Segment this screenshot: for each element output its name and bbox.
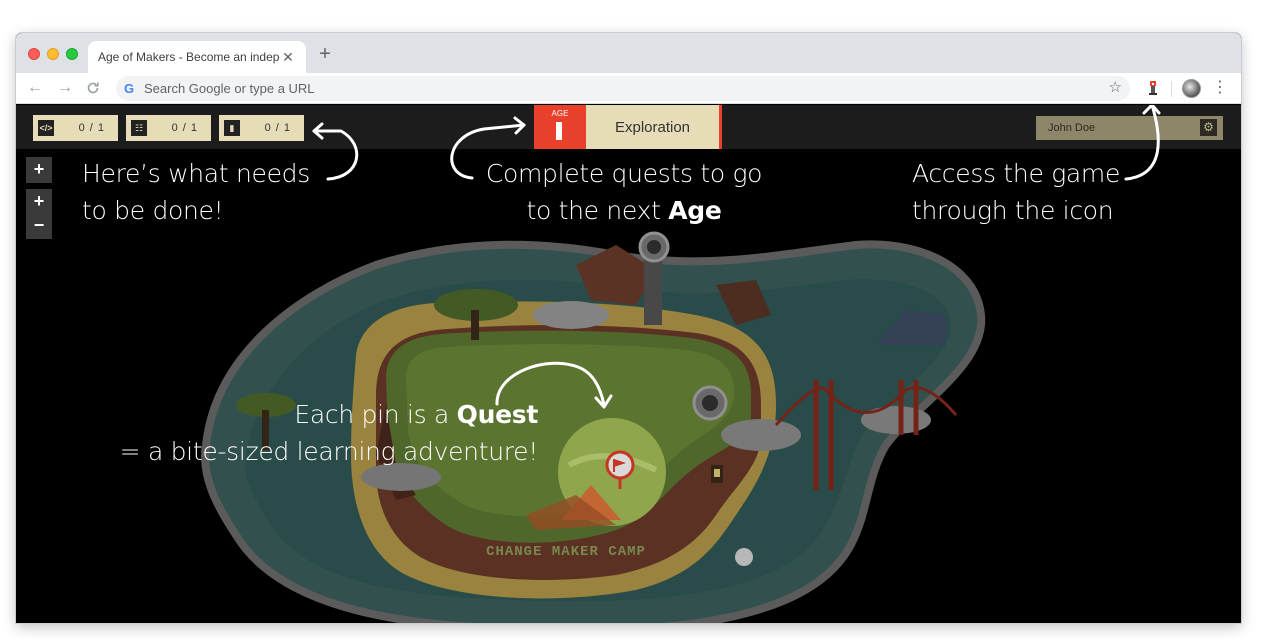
reload-button[interactable] bbox=[82, 77, 104, 99]
zoom-out-button[interactable]: − bbox=[26, 213, 52, 239]
zoom-in-button[interactable]: + bbox=[26, 157, 52, 183]
game-hud: </> 0 / 1 ☷ 0 / 1 ▮ 0 / 1 AGE Exploratio… bbox=[16, 105, 1241, 149]
profile-avatar[interactable] bbox=[1182, 79, 1201, 98]
caption-todo: Here’s what needs to be done! bbox=[82, 155, 310, 229]
age-level-icon bbox=[556, 122, 562, 140]
counter-value: 0 / 1 bbox=[78, 122, 105, 134]
caption-quest: Each pin is a Quest = a bite-sized learn… bbox=[116, 396, 539, 470]
settings-gear-icon[interactable]: ⚙ bbox=[1200, 119, 1217, 136]
toolbar-separator bbox=[1171, 81, 1172, 97]
address-bar[interactable]: G Search Google or type a URL ☆ bbox=[116, 76, 1130, 101]
caption-quest-line1: Each pin is a Quest bbox=[294, 400, 538, 429]
age-label: AGE bbox=[551, 109, 569, 118]
caption-age-line1: Complete quests to go bbox=[485, 159, 763, 188]
forward-button[interactable]: → bbox=[54, 77, 76, 99]
tab-strip: Age of Makers - Become an indepe ✕ + bbox=[16, 33, 1241, 73]
caption-access-line1: Access the game bbox=[912, 159, 1121, 188]
browser-toolbar: ← → G Search Google or type a URL ☆ ⋮ bbox=[16, 73, 1241, 104]
caption-age: Complete quests to go to the next Age bbox=[479, 155, 769, 229]
new-tab-button[interactable]: + bbox=[314, 43, 336, 65]
book-icon: ▮ bbox=[224, 120, 240, 136]
caption-quest-line2: = a bite-sized learning adventure! bbox=[119, 437, 539, 466]
zoom-in-button-2[interactable]: + bbox=[26, 189, 52, 215]
counter-tree[interactable]: ☷ 0 / 1 bbox=[126, 115, 211, 141]
bookmark-star-icon[interactable]: ☆ bbox=[1109, 78, 1122, 96]
address-placeholder: Search Google or type a URL bbox=[144, 81, 315, 96]
caption-access-line2: through the icon bbox=[912, 196, 1114, 225]
browser-window: Age of Makers - Become an indepe ✕ + ← →… bbox=[16, 33, 1241, 623]
close-window-button[interactable] bbox=[28, 48, 40, 60]
tab-age-of-makers[interactable]: Age of Makers - Become an indepe ✕ bbox=[88, 41, 306, 73]
counter-value: 0 / 1 bbox=[264, 122, 291, 134]
reload-icon bbox=[87, 82, 99, 94]
caption-todo-line1: Here’s what needs bbox=[82, 159, 310, 188]
age-badge[interactable]: AGE bbox=[534, 105, 586, 149]
tab-close-icon[interactable]: ✕ bbox=[280, 49, 296, 66]
back-button[interactable]: ← bbox=[24, 77, 46, 99]
browser-menu-icon[interactable]: ⋮ bbox=[1212, 77, 1228, 99]
user-name: John Doe bbox=[1048, 122, 1096, 134]
code-icon: </> bbox=[38, 120, 54, 136]
age-name[interactable]: Exploration bbox=[586, 105, 722, 149]
caption-access: Access the game through the icon bbox=[912, 155, 1120, 229]
age-of-makers-extension-icon[interactable] bbox=[1144, 79, 1162, 97]
game-viewport: CHANGE MAKER CAMP </> 0 / 1 ☷ 0 / 1 ▮ 0 … bbox=[16, 105, 1241, 623]
counter-book[interactable]: ▮ 0 / 1 bbox=[219, 115, 304, 141]
counter-value: 0 / 1 bbox=[171, 122, 198, 134]
caption-age-line2: to the next Age bbox=[526, 196, 722, 225]
caption-todo-line2: to be done! bbox=[82, 196, 224, 225]
user-box[interactable]: John Doe ⚙ bbox=[1036, 116, 1223, 140]
google-icon: G bbox=[124, 81, 135, 96]
counter-code[interactable]: </> 0 / 1 bbox=[33, 115, 118, 141]
maximize-window-button[interactable] bbox=[66, 48, 78, 60]
minimize-window-button[interactable] bbox=[47, 48, 59, 60]
tree-icon: ☷ bbox=[131, 120, 147, 136]
tab-title: Age of Makers - Become an indepe bbox=[98, 50, 280, 64]
